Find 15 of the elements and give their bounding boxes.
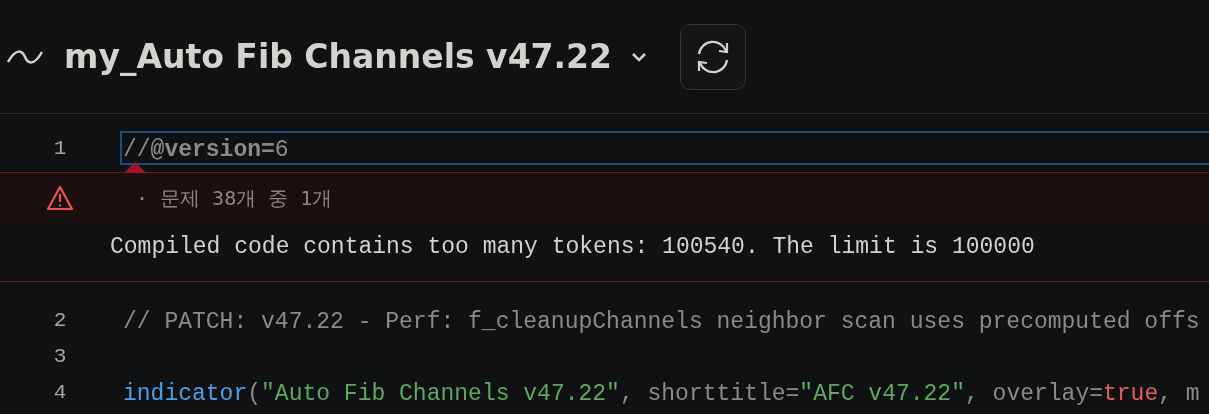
current-code-line: //@version=6: [120, 131, 1209, 165]
wave-icon: [6, 47, 44, 66]
line-number: 1: [52, 136, 68, 160]
problem-counter: · 문제 38개 중 1개: [136, 184, 333, 212]
script-title[interactable]: my_Auto Fib Channels v47.22: [64, 37, 612, 76]
error-message: Compiled code contains too many tokens: 100540. The limit is 100000: [110, 234, 1035, 260]
line-number: 2: [52, 308, 68, 332]
error-pointer-icon: [124, 162, 146, 173]
code-line: indicator("Auto Fib Channels v47.22", shorttitle="AFC v47.22", overlay=true, m: [122, 380, 1201, 409]
line-number: 4: [52, 380, 68, 404]
refresh-button[interactable]: [680, 23, 746, 90]
chevron-down-icon[interactable]: [630, 50, 648, 63]
line-number: 3: [52, 344, 68, 368]
warning-icon: [46, 185, 74, 211]
code-line: // PATCH: v47.22 - Perf: f_cleanupChannels neighbor scan uses precomputed offs: [122, 308, 1201, 337]
